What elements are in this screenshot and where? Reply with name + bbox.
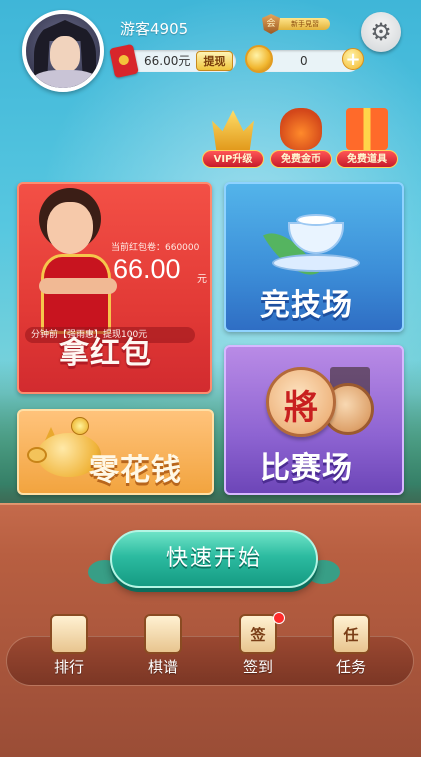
money-bag-icon [280, 108, 322, 150]
ranking-banner-icon [50, 614, 88, 654]
red-packet-card[interactable]: 当前红包卷：660000 66.00 元 分钟前【强雨惠】提现100元 拿红包 [17, 182, 212, 394]
coin-icon [245, 45, 273, 73]
promo-free-items-label: 免费道具 [336, 150, 398, 168]
avatar[interactable] [22, 10, 104, 92]
jackpot-label: 当前红包卷：660000 [111, 243, 200, 253]
hostess-illustration [25, 184, 125, 334]
promo-free-coins[interactable]: 免费金币 [270, 108, 332, 168]
notification-dot [273, 612, 285, 624]
jackpot-amount: 66.00 [113, 254, 181, 284]
withdraw-button[interactable]: 提现 [196, 51, 233, 71]
nav-ranking-label: 排行 [53, 658, 84, 676]
nav-tasks-label: 任务 [335, 658, 366, 676]
cash-value: 66.00元 [144, 54, 191, 68]
jackpot-unit: 元 [197, 274, 207, 285]
task-scroll-icon: 任 [332, 614, 370, 654]
nav-chess-manual-label: 棋谱 [147, 658, 178, 676]
hostess-arms [39, 278, 117, 294]
chess-piece-icon: 將 [266, 367, 336, 437]
nav-tasks[interactable]: 任 任务 [316, 614, 386, 684]
username: 游客4905 [120, 20, 189, 38]
tournament-card[interactable]: 將 比赛场 [224, 345, 404, 495]
tournament-title: 比赛场 [260, 451, 353, 486]
chess-manual-icon [144, 614, 182, 654]
nav-chess-manual[interactable]: 棋谱 [128, 614, 198, 684]
rank-text: 新手見習 [272, 18, 330, 30]
avatar-face [50, 36, 80, 72]
chess-piece-char: 將 [284, 388, 318, 428]
hostess-face [47, 202, 93, 254]
coin-value: 0 [300, 54, 308, 68]
add-coins-button[interactable]: + [342, 48, 364, 70]
nav-ranking[interactable]: 排行 [34, 614, 104, 684]
red-packet-title: 拿红包 [59, 336, 152, 371]
hostess-dress [41, 254, 111, 334]
promo-vip[interactable]: VIP升级 [202, 108, 264, 168]
rank-shield-icon: 会 [262, 14, 280, 34]
teacup-lid [296, 214, 336, 226]
quick-start-button[interactable]: 快速开始 [110, 530, 318, 588]
gift-box-icon [346, 108, 388, 150]
pocket-money-card[interactable]: 零花钱 [17, 409, 214, 495]
crown-icon [212, 110, 254, 150]
calendar-icon: 签 [239, 614, 277, 654]
arena-title: 竞技场 [260, 288, 353, 323]
nav-checkin[interactable]: 签 签到 [223, 612, 293, 684]
pocket-money-title: 零花钱 [89, 453, 182, 488]
nav-checkin-label: 签到 [242, 658, 273, 676]
coin-icon [71, 417, 89, 435]
promo-vip-label: VIP升级 [202, 150, 264, 168]
pig-snout [27, 447, 47, 463]
teacup-plate [272, 254, 360, 272]
arena-card[interactable]: 竞技场 [224, 182, 404, 332]
settings-button[interactable]: ⚙ [361, 12, 401, 52]
promo-free-coins-label: 免费金币 [270, 150, 332, 168]
promo-free-items[interactable]: 免费道具 [336, 108, 398, 168]
gear-icon: ⚙ [370, 18, 392, 46]
rank-badge[interactable]: 新手見習 会 [262, 14, 332, 34]
quick-start-label: 快速开始 [165, 546, 262, 571]
teacup-icon [263, 214, 366, 288]
